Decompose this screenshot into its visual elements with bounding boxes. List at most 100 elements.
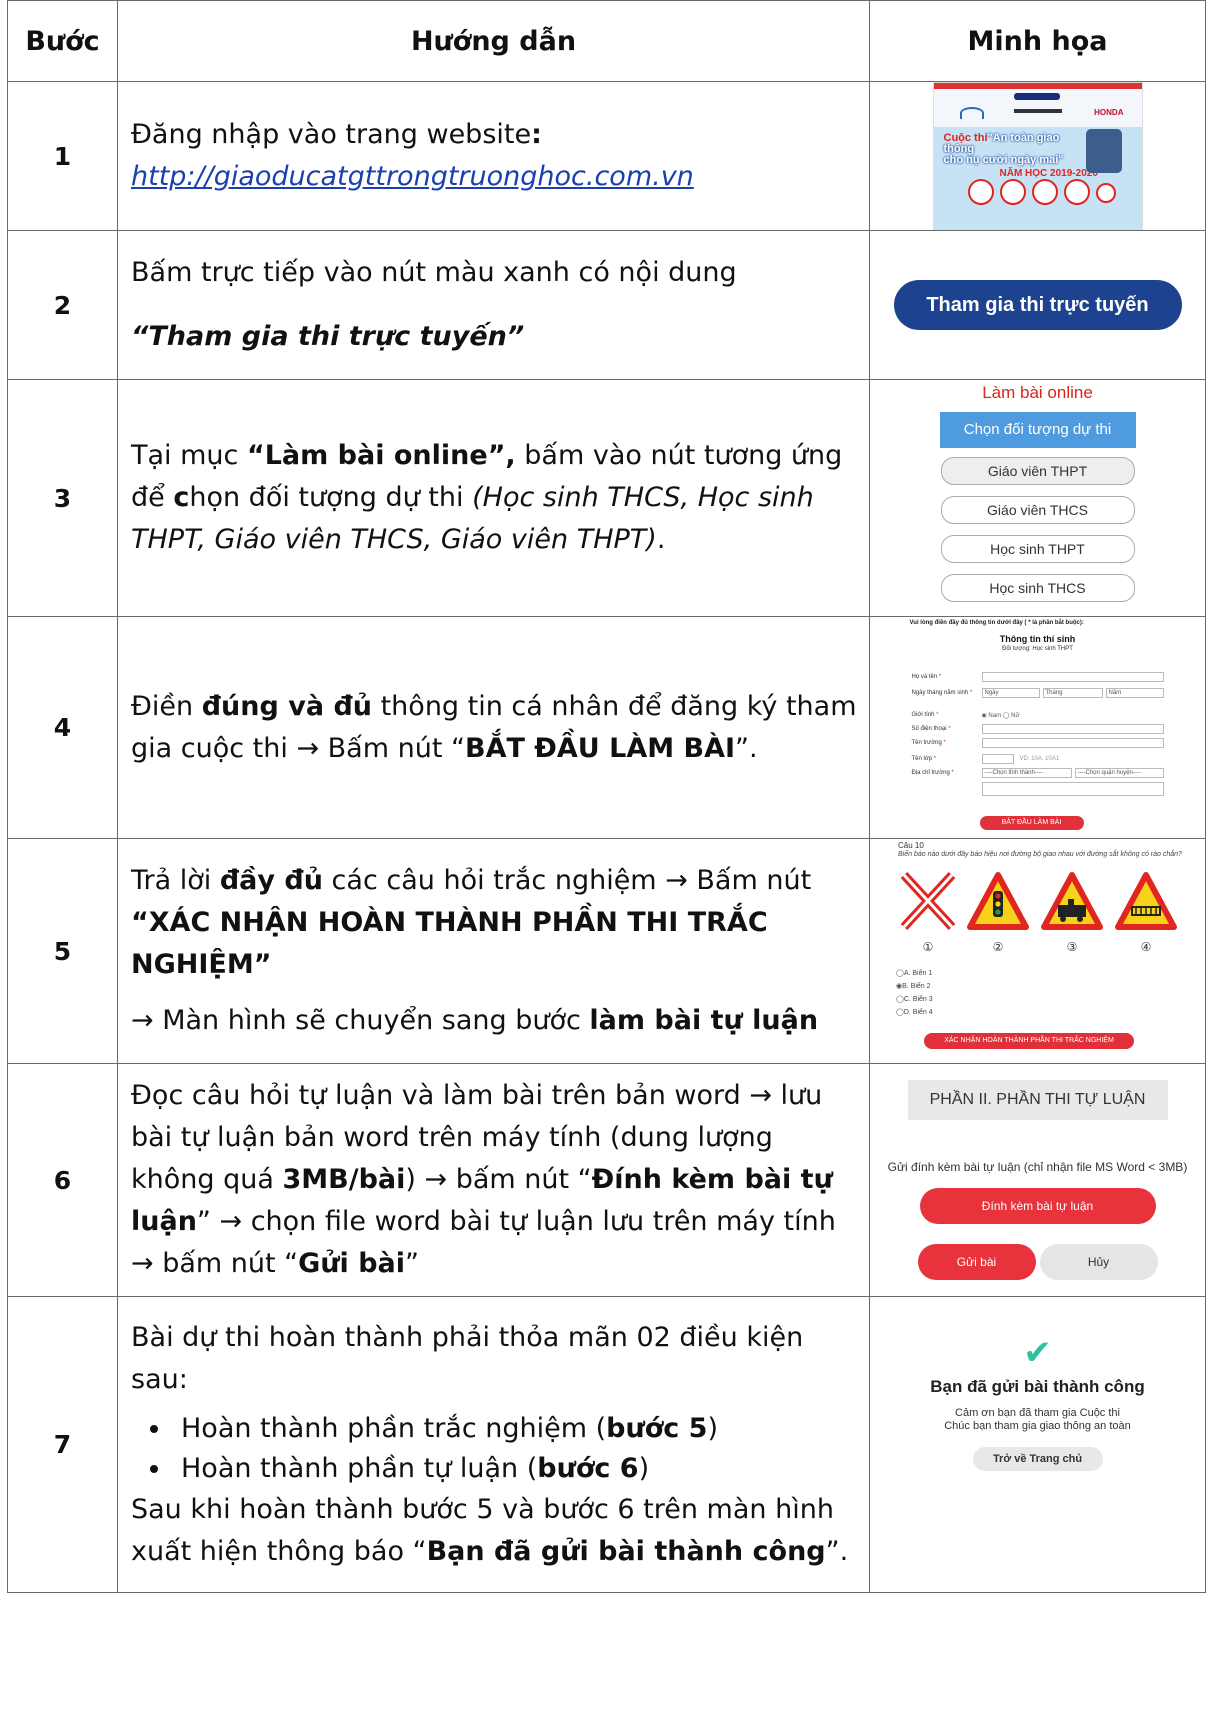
instruction-text: BẮT ĐẦU LÀM BÀI [465,732,736,764]
day-select[interactable]: Ngày [981,687,1040,698]
confirm-multiple-choice-button[interactable]: XÁC NHẬN HOÀN THÀNH PHẦN THI TRẮC NGHIỆM [924,1033,1134,1049]
sign-number-label: ② [993,940,1004,954]
banner-button [1013,93,1060,100]
send-button[interactable]: Gửi bài [917,1244,1036,1280]
prize-icon [1063,179,1090,205]
fence-sign-icon [1115,872,1177,930]
registration-form: Vui lòng điền đầy đủ thông tin dưới đây … [872,618,1204,838]
form-title: Thông tin thí sinh [999,633,1076,644]
instruction-text: 3MB/bài [282,1164,406,1195]
step-instructions: Bài dự thi hoàn thành phải thỏa mãn 02 đ… [117,1296,870,1593]
instruction-text: các câu hỏi trắc nghiệm → Bấm nút [322,865,812,896]
class-input[interactable] [981,753,1014,764]
sign-number-label: ③ [1067,940,1078,954]
essay-section-title: PHẦN II. PHẦN THI TỰ LUẬN [907,1080,1168,1120]
instruction-text: ” [405,1248,419,1279]
school-input[interactable] [981,737,1164,748]
province-select[interactable]: ----Chọn tỉnh thành---- [981,767,1072,778]
option-student-high-school[interactable]: Học sinh THPT [940,535,1135,563]
quiz-screen: Câu 10 Biển báo nào dưới đây báo hiệu nơ… [870,841,1206,1061]
website-link[interactable]: http://giaoducatgttrongtruonghoc.com.vn [131,161,694,192]
instruction-text: “Làm bài online”, [246,440,516,471]
question-text: Biển báo nào dưới đây báo hiệu nơi đường… [898,851,1182,858]
traffic-signs: ① ② ③ ④ [900,871,1177,954]
instruction-text: Tại mục [131,440,247,471]
prize-icon [967,179,994,205]
guide-table: Bước Hướng dẫn Minh họa 1 Đăng nhập vào … [7,0,1206,1593]
month-select[interactable]: Tháng [1042,687,1103,698]
instruction-text: Bài dự thi hoàn thành phải thỏa mãn 02 đ… [131,1321,804,1395]
online-test-title: Làm bài online [982,383,1093,402]
year-select[interactable]: Năm [1105,687,1164,698]
step-row-6: 6 Đọc câu hỏi tự luận và làm bài trên bả… [7,1063,1206,1297]
conditions-list: Hoàn thành phần trắc nghiệm (bước 5) Hoà… [131,1409,857,1489]
step-row-5: 5 Trả lời đầy đủ các câu hỏi trắc nghiệm… [7,838,1206,1064]
answer-option[interactable]: ◯D. Biển 4 [896,1008,933,1016]
instruction-text: “Tham gia thi trực tuyến” [131,321,525,352]
district-select[interactable]: ----Chọn quận huyện---- [1074,767,1164,778]
instruction-text: ) → bấm nút “ [405,1164,592,1195]
step-row-1: 1 Đăng nhập vào trang website: http://gi… [7,81,1206,231]
instruction-text: : [531,119,542,150]
step-row-3: 3 Tại mục “Làm bài online”, bấm vào nút … [7,379,1206,617]
ministry-logo-icon [959,107,984,119]
label-school: Tên trường * [911,739,946,746]
option-teacher-secondary[interactable]: Giáo viên THCS [940,496,1135,524]
instruction-text: ”. [825,1535,849,1567]
step-row-2: 2 Bấm trực tiếp vào nút màu xanh có nội … [7,230,1206,380]
step-row-4: 4 Điền đúng và đủ thông tin cá nhân để đ… [7,616,1206,839]
condition-item: Hoàn thành phần tự luận (bước 6) [173,1449,857,1489]
train-sign-icon [1041,872,1103,930]
question-number: Câu 10 [898,841,924,850]
header-step: Bước [7,0,118,82]
railway-cross-sign-icon [900,871,956,931]
answer-option[interactable]: ◉B. Biển 2 [896,982,931,990]
step-number: 1 [7,81,118,231]
header-illustration: Minh họa [869,0,1206,82]
essay-attach-note: Gửi đính kèm bài tự luận (chỉ nhận file … [887,1160,1188,1174]
instruction-text: Bạn đã gửi bài thành công [426,1535,826,1567]
sign-number-label: ① [923,940,934,954]
label-gender: Giới tính * [911,711,939,718]
website-banner-image: HONDA Cuộc thi"An toàn giao thông cho nụ … [932,82,1143,230]
header-guide: Hướng dẫn [117,0,870,82]
instruction-text: ”. [735,732,758,764]
label-birthdate: Ngày tháng năm sinh * [911,689,973,696]
address-input[interactable] [981,781,1164,796]
form-intro: Vui lòng điền đầy đủ thông tin dưới đây … [909,619,1084,626]
sign-number-label: ④ [1141,940,1152,954]
join-online-exam-button[interactable]: Tham gia thi trực tuyến [893,280,1182,330]
full-name-input[interactable] [981,671,1164,682]
instruction-text: Gửi bài [298,1248,405,1279]
header-row: Bước Hướng dẫn Minh họa [7,0,1206,82]
illustration-success: ✔ Bạn đã gửi bài thành công Cảm ơn bạn đ… [869,1296,1206,1593]
banner-title: Cuộc thi"An toàn giao thông cho nụ cười n… [943,132,1064,166]
back-home-button[interactable]: Trở về Trang chủ [972,1447,1103,1471]
label-address: Địa chỉ trường * [911,769,954,776]
step-instructions: Đọc câu hỏi tự luận và làm bài trên bản … [117,1063,870,1297]
attach-essay-button[interactable]: Đính kèm bài tự luận [919,1188,1156,1224]
instruction-text: c [173,482,190,513]
label-full-name: Họ và tên * [911,673,942,680]
prize-icon [1095,183,1116,203]
instruction-text: → Màn hình sẽ chuyển sang bước [131,1005,590,1036]
gender-radio[interactable]: ◉ Nam ◯ Nữ [982,712,1020,719]
illustration-multiple-choice: Câu 10 Biển báo nào dưới đây báo hiệu nơ… [869,838,1206,1064]
step-number: 4 [7,616,118,839]
option-student-secondary[interactable]: Học sinh THCS [940,574,1135,602]
banner-year: NĂM HỌC 2019-2020 [999,168,1098,179]
instruction-text: họn đối tượng dự thi [189,482,473,513]
answer-option[interactable]: ◯C. Biển 3 [896,995,933,1003]
illustration-join-button: Tham gia thi trực tuyến [869,230,1206,380]
submit-row: Gửi bài Hủy [917,1244,1158,1280]
step-number: 6 [7,1063,118,1297]
instruction-text: đầy đủ [219,865,323,896]
condition-item: Hoàn thành phần trắc nghiệm (bước 5) [173,1409,857,1449]
start-exam-button[interactable]: BẮT ĐẦU LÀM BÀI [979,815,1084,830]
prize-icon [1031,179,1058,205]
cancel-button[interactable]: Hủy [1039,1244,1158,1280]
option-teacher-high-school[interactable]: Giáo viên THPT [940,457,1135,485]
phone-input[interactable] [981,723,1164,734]
step-instructions: Điền đúng và đủ thông tin cá nhân để đăn… [117,616,870,839]
answer-option[interactable]: ◯A. Biển 1 [896,969,932,977]
